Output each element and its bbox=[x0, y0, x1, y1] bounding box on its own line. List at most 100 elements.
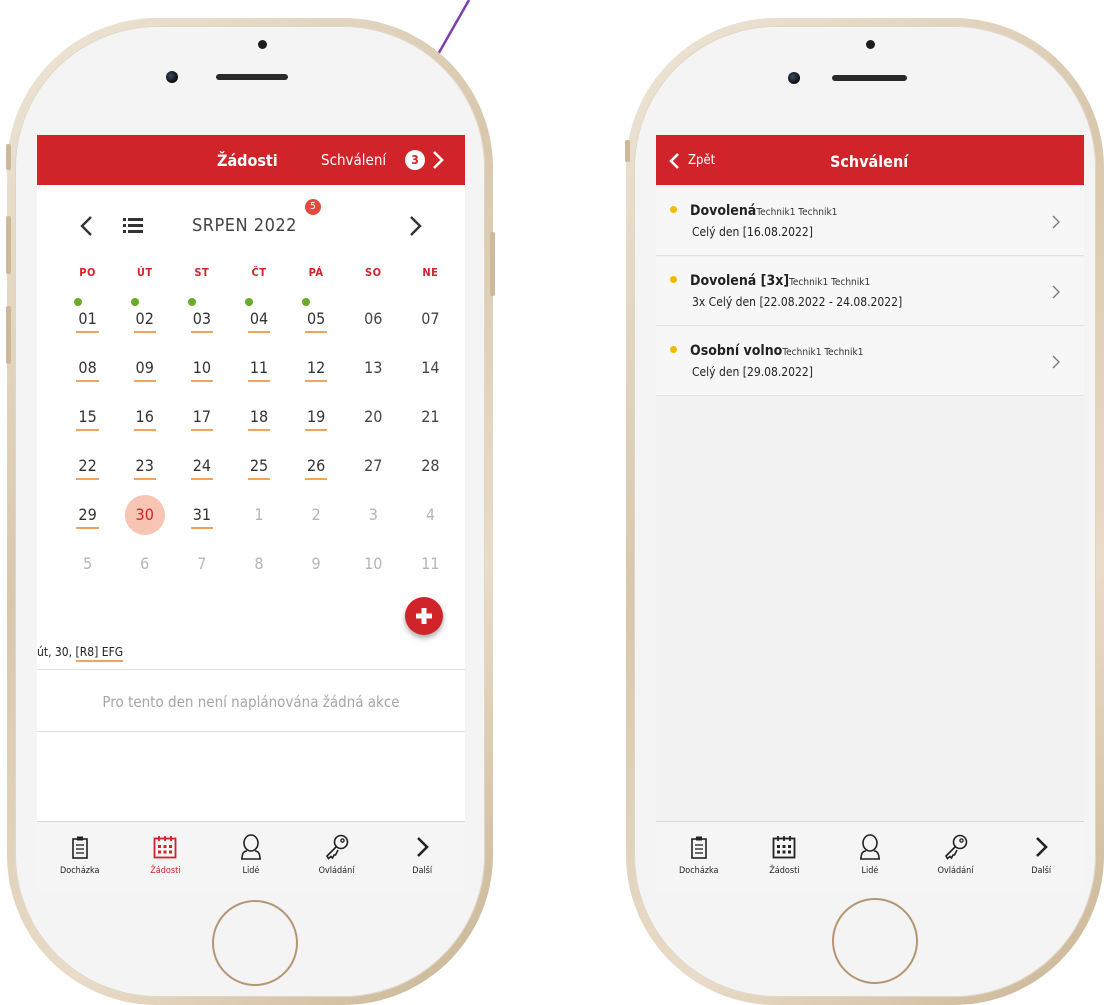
approval-item[interactable]: Dovolená [3x]Technik1 Technik1 3x Celý d… bbox=[656, 257, 1084, 326]
side-button bbox=[6, 144, 11, 170]
calendar-week: 01 02 03 04 05 06 07 bbox=[59, 298, 459, 333]
tab-bar: Docházka Žádosti Lidé Ovládání Další bbox=[656, 821, 1084, 890]
calendar-day[interactable]: 24 bbox=[173, 455, 230, 480]
calendar-day[interactable]: 2 bbox=[288, 504, 345, 526]
event-dot bbox=[187, 298, 196, 306]
calendar-day[interactable]: 23 bbox=[116, 455, 173, 480]
calendar-week: 08 09 10 11 12 13 14 bbox=[59, 357, 459, 382]
tab-label: Ovládání bbox=[937, 866, 974, 876]
status-dot bbox=[670, 276, 677, 283]
calendar-day[interactable]: 11 bbox=[230, 357, 287, 382]
list-view-icon[interactable] bbox=[123, 217, 143, 235]
tab-dochazka[interactable]: Docházka bbox=[656, 822, 742, 890]
calendar-day[interactable]: 12 bbox=[288, 357, 345, 382]
calendar-day[interactable]: 10 bbox=[345, 553, 402, 575]
calendar-day[interactable]: 11 bbox=[402, 553, 459, 575]
calendar-day[interactable]: 27 bbox=[345, 455, 402, 477]
calendar-day[interactable]: 26 bbox=[288, 455, 345, 480]
tab-dochazka[interactable]: Docházka bbox=[37, 822, 123, 890]
calendar-day[interactable]: 06 bbox=[345, 308, 402, 330]
calendar-day[interactable]: 9 bbox=[288, 553, 345, 575]
event-dot bbox=[302, 298, 311, 306]
calendar-day[interactable]: 28 bbox=[402, 455, 459, 477]
calendar-day[interactable]: 18 bbox=[230, 406, 287, 431]
request-detail: Celý den [29.08.2022] bbox=[692, 365, 813, 379]
calendar-day[interactable]: 13 bbox=[345, 357, 402, 379]
calendar-week: 29 30 31 1 2 3 4 bbox=[59, 495, 459, 535]
tab-ovladani[interactable]: Ovládání bbox=[294, 822, 380, 890]
weekday-header: PO ÚT ST ČT PÁ SO NE bbox=[59, 261, 459, 280]
tab-ovladani[interactable]: Ovládání bbox=[913, 822, 999, 890]
calendar-day[interactable]: 03 bbox=[173, 298, 230, 333]
calendar-icon bbox=[772, 836, 796, 859]
back-label: Zpět bbox=[688, 153, 716, 168]
next-month-button[interactable] bbox=[407, 215, 423, 237]
calendar-day[interactable]: 3 bbox=[345, 504, 402, 526]
tab-label: Ovládání bbox=[318, 866, 355, 876]
approvals-button[interactable]: Schválení 3 bbox=[319, 135, 465, 185]
approval-item[interactable]: Osobní volnoTechnik1 Technik1 Celý den [… bbox=[656, 327, 1084, 396]
calendar-day[interactable]: 02 bbox=[116, 298, 173, 333]
calendar-day[interactable]: 17 bbox=[173, 406, 230, 431]
back-button[interactable]: Zpět bbox=[664, 135, 734, 185]
calendar-day[interactable]: 10 bbox=[173, 357, 230, 382]
power-button bbox=[490, 232, 495, 296]
tab-label: Žádosti bbox=[769, 866, 800, 876]
calendar-day[interactable]: 25 bbox=[230, 455, 287, 480]
calendar-day[interactable]: 7 bbox=[173, 553, 230, 575]
tab-label: Lidé bbox=[242, 866, 260, 876]
prev-month-button[interactable] bbox=[79, 215, 95, 237]
chevron-right-icon bbox=[1052, 285, 1060, 299]
person-icon bbox=[240, 834, 261, 860]
screen-left: Žádosti Schválení 3 SRPEN 2022 5 PO ÚT S… bbox=[37, 135, 465, 890]
calendar-day[interactable]: 04 bbox=[230, 298, 287, 333]
calendar-day[interactable]: 21 bbox=[402, 406, 459, 428]
approval-item[interactable]: DovolenáTechnik1 Technik1 Celý den [16.0… bbox=[656, 187, 1084, 256]
calendar-day[interactable]: 8 bbox=[230, 553, 287, 575]
tab-bar: Docházka Žádosti Lidé Ovládání Další bbox=[37, 821, 465, 890]
plus-icon bbox=[416, 608, 432, 624]
calendar-day[interactable]: 4 bbox=[402, 504, 459, 526]
calendar-day[interactable]: 14 bbox=[402, 357, 459, 379]
calendar-day[interactable]: 5 bbox=[59, 553, 116, 575]
weekday-label: ČT bbox=[251, 266, 267, 279]
calendar-day[interactable]: 15 bbox=[59, 406, 116, 431]
weekday-label: PÁ bbox=[308, 266, 324, 279]
home-button[interactable] bbox=[832, 898, 918, 984]
status-dot bbox=[670, 206, 677, 213]
calendar-day[interactable]: 1 bbox=[230, 504, 287, 526]
calendar-week: 22 23 24 25 26 27 28 bbox=[59, 455, 459, 480]
weekday-label: PO bbox=[79, 266, 96, 279]
event-dot bbox=[244, 298, 253, 306]
clipboard-icon bbox=[690, 836, 707, 859]
tab-label: Docházka bbox=[60, 866, 100, 876]
add-request-button[interactable] bbox=[405, 597, 443, 635]
calendar-day[interactable]: 31 bbox=[173, 504, 230, 529]
calendar-day[interactable]: 05 bbox=[288, 298, 345, 333]
tab-label: Další bbox=[412, 866, 433, 876]
calendar-day[interactable]: 07 bbox=[402, 308, 459, 330]
tab-zadosti[interactable]: Žádosti bbox=[742, 822, 828, 890]
front-camera bbox=[788, 72, 800, 84]
calendar-day[interactable]: 20 bbox=[345, 406, 402, 428]
tab-lide[interactable]: Lidé bbox=[827, 822, 913, 890]
chevron-left-icon bbox=[669, 153, 679, 169]
calendar-day[interactable]: 08 bbox=[59, 357, 116, 382]
calendar-day[interactable]: 19 bbox=[288, 406, 345, 431]
tab-zadosti[interactable]: Žádosti bbox=[123, 822, 209, 890]
calendar-day[interactable]: 29 bbox=[59, 504, 116, 529]
home-button[interactable] bbox=[212, 900, 298, 986]
calendar-day[interactable]: 16 bbox=[116, 406, 173, 431]
tab-lide[interactable]: Lidé bbox=[208, 822, 294, 890]
calendar-day[interactable]: 01 bbox=[59, 298, 116, 333]
tab-dalsi[interactable]: Další bbox=[379, 822, 465, 890]
sensor-dot bbox=[258, 40, 267, 49]
calendar-day-today[interactable]: 30 bbox=[116, 495, 173, 535]
divider bbox=[37, 731, 465, 732]
calendar-day[interactable]: 22 bbox=[59, 455, 116, 480]
tab-dalsi[interactable]: Další bbox=[998, 822, 1084, 890]
request-type: Dovolená [3x] bbox=[690, 273, 790, 289]
calendar-day[interactable]: 09 bbox=[116, 357, 173, 382]
month-badge: 5 bbox=[305, 199, 321, 215]
calendar-day[interactable]: 6 bbox=[116, 553, 173, 575]
